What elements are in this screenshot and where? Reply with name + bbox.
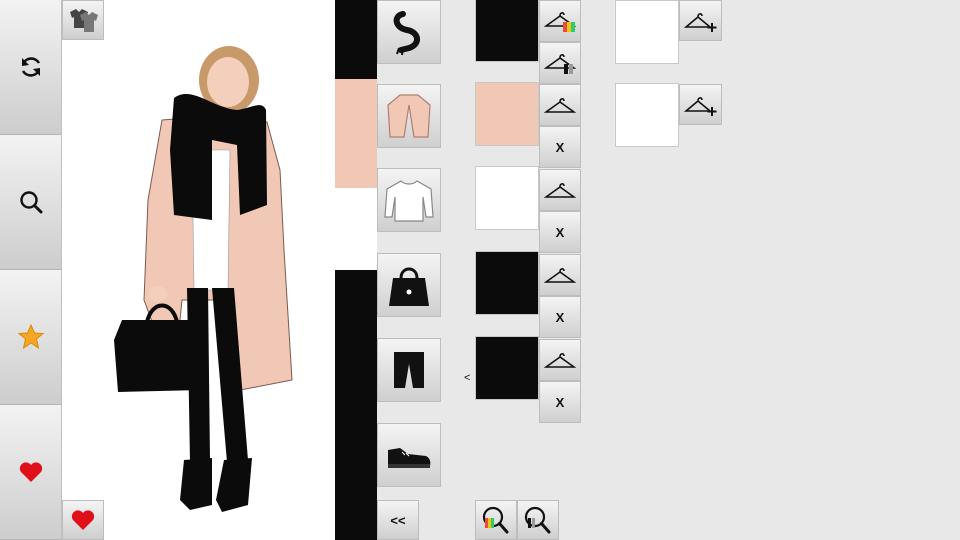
outfit-figure (114, 46, 293, 512)
category-coat-button[interactable] (377, 84, 441, 148)
color-strip-segment (335, 78, 377, 188)
liked-outfits-button[interactable] (0, 405, 62, 540)
saved-slot-1[interactable] (615, 0, 679, 64)
hanger-bw-icon (544, 54, 576, 74)
hanger-bag-button[interactable] (539, 254, 581, 296)
previous-arrow[interactable]: < (464, 372, 470, 384)
color-strip-segment (335, 270, 377, 540)
category-top-button[interactable] (377, 168, 441, 232)
hanger-top-button[interactable] (539, 169, 581, 211)
hanger-color-icon (544, 12, 576, 32)
hanger-plus-icon (683, 12, 716, 32)
search-icon (19, 191, 42, 214)
search-by-color-button[interactable] (475, 500, 517, 540)
category-shoes-button[interactable] (377, 423, 441, 487)
coat-icon (387, 94, 431, 138)
handbag-icon (389, 267, 429, 306)
favorite-outfit-button[interactable] (62, 500, 104, 540)
favorites-star-button[interactable] (0, 270, 62, 405)
swatch-bottoms[interactable] (475, 336, 539, 400)
hanger-color-button[interactable] (539, 0, 581, 42)
star-icon (17, 323, 44, 350)
category-scarf-button[interactable] (377, 0, 441, 64)
hanger-bw-button[interactable] (539, 42, 581, 84)
hanger-icon (544, 268, 576, 283)
sweater-icon (384, 180, 434, 222)
swatch-top[interactable] (475, 166, 539, 230)
hanger-plus-icon (683, 96, 716, 116)
outfit-color-strip (335, 0, 377, 540)
collapse-button[interactable]: << (377, 500, 419, 540)
hanger-icon (544, 98, 576, 113)
add-to-slot-1-button[interactable] (679, 0, 722, 41)
remove-bag-button[interactable]: X (539, 296, 581, 338)
color-search-icon (482, 506, 509, 534)
color-strip-segment (335, 187, 377, 270)
remove-top-button[interactable]: X (539, 211, 581, 253)
heart-icon (71, 510, 95, 530)
wardrobe-shirts-icon (70, 9, 98, 32)
bw-search-icon (524, 506, 551, 534)
shorts-icon (394, 352, 424, 388)
swatch-scarf[interactable] (475, 0, 539, 62)
refresh-button[interactable] (0, 0, 62, 135)
search-by-bw-button[interactable] (517, 500, 559, 540)
wardrobe-button[interactable] (62, 0, 104, 40)
sneaker-icon (388, 448, 431, 468)
heart-icon (19, 462, 42, 482)
swatch-bag[interactable] (475, 251, 539, 315)
search-button[interactable] (0, 135, 62, 270)
category-bag-button[interactable] (377, 253, 441, 317)
color-strip-segment (335, 0, 377, 79)
category-bottoms-button[interactable] (377, 338, 441, 402)
hanger-bottoms-button[interactable] (539, 339, 581, 381)
add-to-slot-2-button[interactable] (679, 84, 722, 125)
scarf-icon (393, 11, 420, 56)
hanger-icon (544, 183, 576, 198)
left-toolbar (0, 0, 62, 540)
refresh-icon (21, 57, 40, 77)
swatch-coat[interactable] (475, 82, 539, 146)
saved-slot-2[interactable] (615, 83, 679, 147)
outfit-canvas (62, 0, 335, 540)
hanger-coat-button[interactable] (539, 84, 581, 126)
hanger-icon (544, 353, 576, 368)
remove-bottoms-button[interactable]: X (539, 381, 581, 423)
remove-coat-button[interactable]: X (539, 126, 581, 168)
